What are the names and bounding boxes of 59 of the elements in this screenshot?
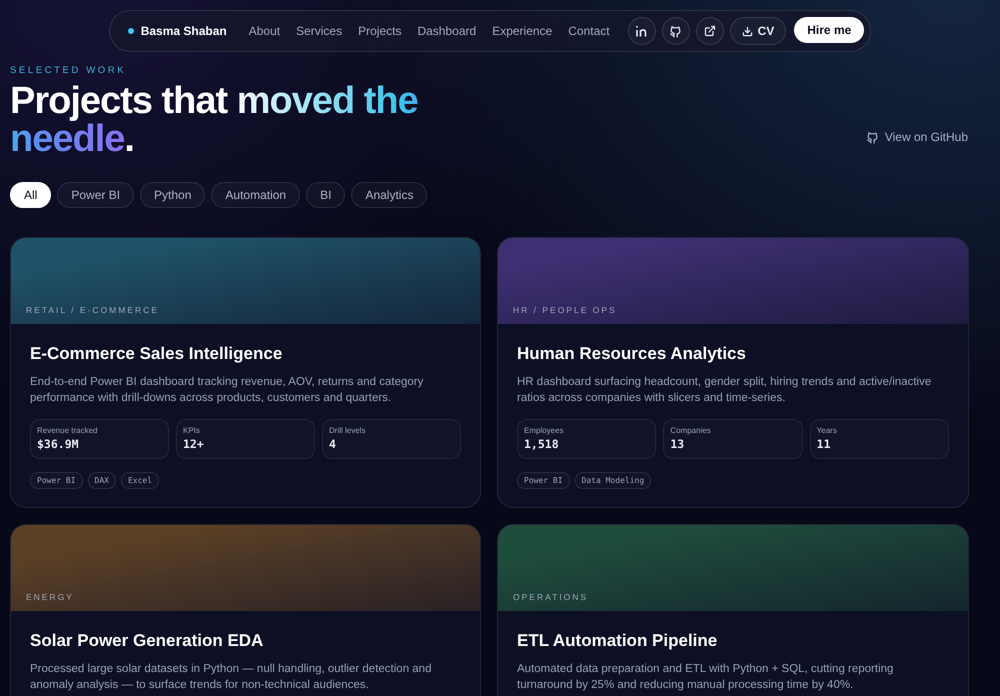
stat-label: Years [816,426,838,435]
project-title: Solar Power Generation EDA [30,631,264,651]
project-description: Automated data preparation and ETL with Python + SQL, cutting reporting turnaround by 25% and reducing manual processing time by 40%. [517,662,894,693]
filter-chip[interactable]: All [10,182,52,208]
cv-download-button[interactable]: CV [730,17,786,45]
project-card[interactable] [497,237,969,508]
project-title: Human Resources Analytics [517,344,747,364]
filter-chip[interactable]: Python [140,182,206,208]
project-card[interactable] [10,237,481,508]
filter-chip[interactable]: Automation [211,182,300,208]
github-link[interactable]: View on GitHub [866,130,968,144]
nav-link[interactable]: Dashboard [409,24,484,38]
stat-value: 4 [329,437,337,451]
project-description: End-to-end Power BI dashboard tracking revenue, AOV, returns and category performance with drill-downs across products, customers and quarters. [30,375,424,406]
github-icon [669,24,682,38]
stat-value: 13 [670,437,686,451]
filter-chip[interactable]: Analytics [351,182,428,208]
stat-label: Companies [670,426,712,435]
external-link-button[interactable] [696,17,724,45]
github-icon [866,130,879,144]
nav-link[interactable]: Experience [484,24,560,38]
project-description: HR dashboard surfacing headcount, gender split, hiring trends and active/inactive ratios across companies with slicers and time-series. [517,375,932,406]
nav-link[interactable]: Contact [560,24,618,38]
stat-label: Revenue tracked [37,426,98,435]
tech-tag: Power BI [517,472,570,489]
github-button[interactable] [662,17,690,45]
project-card[interactable]: OPERATIONS ETL Automation Pipeline Automated data preparation and ETL with Python + SQL, cutting reporting turnaround by 25% and reducing manual processing time by 40%. [497,524,969,696]
project-title: E-Commerce Sales Intelligence [30,344,284,364]
nav-link[interactable]: About [240,24,288,38]
section-eyebrow: SELECTED WORK [10,65,128,76]
project-category: RETAIL / E-COMMERCE [26,305,159,315]
stat-label: Drill levels [329,426,366,435]
nav-link[interactable]: Projects [350,24,410,38]
nav-link[interactable]: Services [288,24,350,38]
download-icon [742,26,753,36]
external-link-icon [704,25,716,37]
filter-chip[interactable]: BI [306,182,346,208]
project-card[interactable]: ENERGY Solar Power Generation EDA Processed large solar datasets in Python — null handling, outlier detection and anomaly analysis — to surface trends for non-technical audiences. [10,524,481,696]
hire-me-button[interactable]: Hire me [794,17,864,43]
stat-value: $36.9M [37,437,80,451]
status-dot-icon [128,28,134,34]
project-category: OPERATIONS [513,592,588,602]
filter-chip[interactable]: Power BI [57,182,134,208]
stat-value: 11 [816,437,832,451]
tech-tag: Power BI [30,472,83,489]
tech-tag: DAX [88,472,116,489]
project-description: Processed large solar datasets in Python — null handling, outlier detection and anomaly analysis — to surface trends for non-technical audiences. [30,662,432,693]
stat-label: Employees [524,426,565,435]
tech-tag: Excel [120,472,160,489]
stat-value: 1,518 [524,437,560,451]
project-title: ETL Automation Pipeline [517,631,718,651]
project-category: ENERGY [26,592,74,602]
brand-name[interactable]: Basma Shaban [140,24,227,38]
stat-label: KPIs [183,426,201,435]
linkedin-icon [635,25,648,37]
linkedin-button[interactable] [628,17,656,45]
tech-tag: Data Modeling [574,472,652,489]
project-category: HR / PEOPLE OPS [513,305,617,315]
stat-value: 12+ [183,437,205,451]
